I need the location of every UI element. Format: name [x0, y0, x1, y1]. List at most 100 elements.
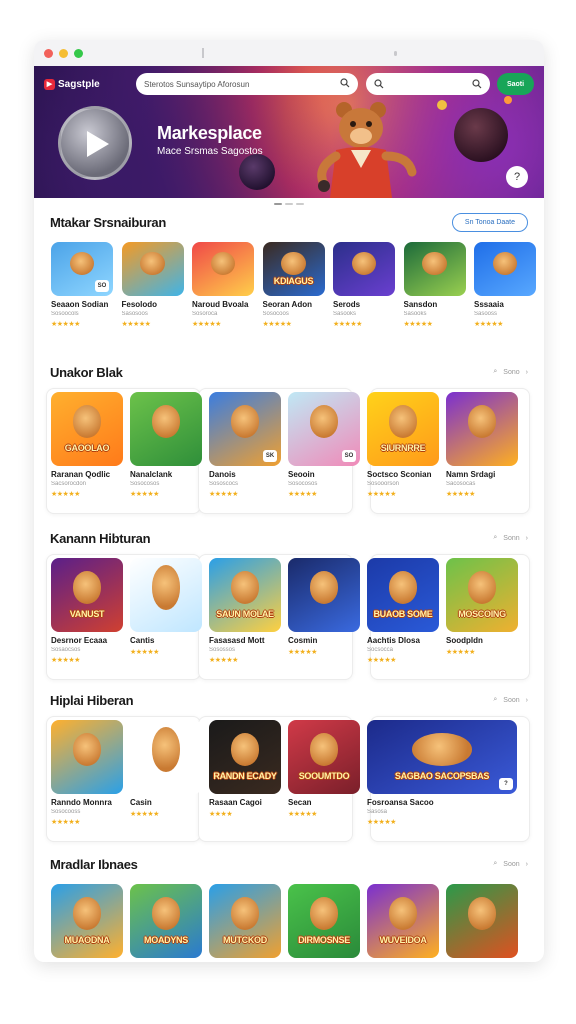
search-submit-icon[interactable] — [472, 79, 482, 89]
game-thumbnail[interactable]: SIURNRRE — [367, 392, 439, 466]
game-card[interactable]: KDIAGUS Seoran Adon Sosocoos ★★★★★ — [262, 242, 325, 328]
app-logo[interactable]: ▶ Sagstple — [44, 78, 136, 90]
pager-dot[interactable] — [296, 203, 304, 205]
game-thumbnail[interactable]: MUTCKOD — [209, 884, 281, 958]
game-card[interactable]: SOOUMTDO Secan ★★★★★ — [288, 720, 360, 818]
game-title[interactable]: Rasaan Cagoi — [209, 798, 281, 807]
game-card[interactable]: SO Seaaon Sodian Sosoocols ★★★★★ — [51, 242, 113, 328]
game-card[interactable]: Ranndo Monnra Sosocooss ★★★★★ — [51, 720, 123, 826]
primary-action-button[interactable]: Saoti — [497, 73, 534, 95]
game-thumbnail[interactable]: GAOOLAO — [51, 392, 123, 466]
game-thumbnail[interactable]: SO — [51, 242, 113, 296]
game-card[interactable]: VANUST Desrnor Ecaaa Sosaocsos ★★★★★ — [51, 558, 123, 664]
game-card[interactable]: Sansdon Sasooks ★★★★★ — [403, 242, 466, 328]
game-card[interactable]: Sssaaia Sasooss ★★★★★ — [474, 242, 536, 328]
game-card[interactable]: Biule — [446, 884, 518, 962]
maximize-window-icon[interactable] — [74, 48, 83, 58]
game-card[interactable]: Namn Srdagi Sacosocas ★★★★★ — [446, 392, 518, 498]
game-thumbnail[interactable]: SAGBAO SACOPSBAS? — [367, 720, 517, 794]
search-icon[interactable] — [340, 78, 350, 88]
see-all-link[interactable]: ⌕ Soon › — [493, 860, 528, 868]
game-thumbnail[interactable] — [51, 720, 123, 794]
game-title[interactable]: Naroud Bvoala — [192, 300, 254, 309]
game-title[interactable]: Sansdon — [404, 300, 466, 309]
game-title[interactable]: Sssaaia — [474, 300, 536, 309]
game-thumbnail[interactable]: MUAODNA — [51, 884, 123, 958]
minimize-window-icon[interactable] — [59, 48, 68, 58]
game-title[interactable]: Seaaon Sodian — [51, 300, 113, 309]
game-thumbnail[interactable]: SO — [288, 392, 360, 466]
game-thumbnail[interactable] — [130, 720, 202, 794]
game-thumbnail[interactable]: MOADYNS — [130, 884, 202, 958]
game-thumbnail[interactable]: SK — [209, 392, 281, 466]
game-carousel-row[interactable]: Ranndo Monnra Sosocooss ★★★★★ Casin ★★★★★ RAN… — [34, 716, 544, 850]
game-title[interactable]: Casin — [130, 798, 202, 807]
close-window-icon[interactable] — [44, 48, 53, 58]
game-card[interactable]: SAUN MOLAE Fasasasd Mott Sosossos ★★★★★ — [209, 558, 281, 664]
play-video-button[interactable] — [58, 106, 132, 180]
pager-dot-active[interactable] — [274, 203, 282, 205]
game-thumbnail[interactable]: VANUST — [51, 558, 123, 632]
game-title[interactable]: Seooin — [288, 470, 360, 479]
game-card[interactable]: DIRMOSNSECaanait — [288, 884, 360, 962]
see-all-link[interactable]: ⌕ Sono › — [493, 368, 528, 376]
game-thumbnail[interactable] — [130, 558, 202, 632]
game-thumbnail[interactable] — [333, 242, 395, 296]
game-thumbnail[interactable]: BUAOB SOME — [367, 558, 439, 632]
game-card[interactable]: SAGBAO SACOPSBAS? Fosroansa Sacoo Sasosa ★★… — [367, 720, 517, 826]
game-thumbnail[interactable] — [474, 242, 536, 296]
game-card[interactable]: MUTCKODRaaanih — [209, 884, 281, 962]
game-carousel-row[interactable]: SO Seaaon Sodian Sosoocols ★★★★★ Fesolodo Sas… — [34, 242, 544, 372]
game-thumbnail[interactable] — [446, 392, 518, 466]
game-thumbnail[interactable]: DIRMOSNSE — [288, 884, 360, 958]
game-card[interactable]: MOADYNSRainn Sarda — [130, 884, 202, 962]
game-thumbnail[interactable] — [403, 242, 466, 296]
game-title[interactable]: Secan — [288, 798, 360, 807]
hero-help-icon[interactable]: ? — [506, 166, 528, 188]
game-card[interactable]: Naroud Bvoala Sosoroca ★★★★★ — [192, 242, 254, 328]
game-card[interactable]: SK Danois Sososcocs ★★★★★ — [209, 392, 281, 498]
game-thumbnail[interactable] — [288, 558, 360, 632]
game-card[interactable]: SIURNRRE Soctsco Sconian Sosooorson ★★★★★ — [367, 392, 439, 498]
game-card[interactable]: Casin ★★★★★ — [130, 720, 202, 818]
game-thumbnail[interactable]: RANDN ECADY — [209, 720, 281, 794]
see-all-link[interactable]: ⌕ Soon › — [493, 696, 528, 704]
game-card[interactable]: Fesolodo Sasosoos ★★★★★ — [121, 242, 184, 328]
game-title[interactable]: Ranndo Monnra — [51, 798, 123, 807]
see-all-link[interactable]: ⌕ Sonn › — [493, 534, 528, 542]
game-carousel-row[interactable]: MUAODNASahnaf RiaklhMOADYNSRainn SardaMU… — [34, 884, 544, 962]
pager-dot[interactable] — [285, 203, 293, 205]
game-thumbnail[interactable]: KDIAGUS — [262, 242, 325, 296]
game-card[interactable]: Nanalclank Sosocosos ★★★★★ — [130, 392, 202, 498]
game-title[interactable]: Fesolodo — [122, 300, 184, 309]
game-thumbnail[interactable] — [446, 884, 518, 958]
game-title[interactable]: Namn Srdagi — [446, 470, 518, 479]
game-title[interactable]: Serods — [333, 300, 395, 309]
game-title[interactable]: Danois — [209, 470, 281, 479]
game-card[interactable]: SO Seooin Sosocosos ★★★★★ — [288, 392, 360, 498]
search-input[interactable]: Sterotos Sunsaytipo Aforosun — [136, 73, 358, 95]
game-carousel-row[interactable]: VANUST Desrnor Ecaaa Sosaocsos ★★★★★ Cantis ★… — [34, 554, 544, 688]
game-title[interactable]: Raranan Qodlic — [51, 470, 123, 479]
game-card[interactable]: Cantis ★★★★★ — [130, 558, 202, 656]
game-title[interactable]: Soodpldn — [446, 636, 518, 645]
game-title[interactable]: Nanalclank — [130, 470, 202, 479]
game-title[interactable]: Fasasasd Mott — [209, 636, 281, 645]
game-thumbnail[interactable]: WUVEIDOA — [367, 884, 439, 958]
game-thumbnail[interactable]: SAUN MOLAE — [209, 558, 281, 632]
game-card[interactable]: GAOOLAO Raranan Qodlic Sacsorocdon ★★★★★ — [51, 392, 123, 498]
hero-banner[interactable]: ▶ Sagstple Sterotos Sunsaytipo Aforosun … — [34, 66, 544, 198]
game-thumbnail[interactable] — [121, 242, 184, 296]
game-carousel-row[interactable]: GAOOLAO Raranan Qodlic Sacsorocdon ★★★★★ Nan… — [34, 388, 544, 522]
game-thumbnail[interactable]: MOSCOING — [446, 558, 518, 632]
game-title[interactable]: Cosmin — [288, 636, 360, 645]
game-thumbnail[interactable]: SOOUMTDO — [288, 720, 360, 794]
game-card[interactable]: MOSCOING Soodpldn ★★★★★ — [446, 558, 518, 656]
game-card[interactable]: WUVEIDOABanab — [367, 884, 439, 962]
game-title[interactable]: Aachtis Dlosa — [367, 636, 439, 645]
game-title[interactable]: Fosroansa Sacoo — [367, 798, 517, 807]
game-title[interactable]: Desrnor Ecaaa — [51, 636, 123, 645]
secondary-search-input[interactable] — [366, 73, 490, 95]
game-title[interactable]: Soctsco Sconian — [367, 470, 439, 479]
game-thumbnail[interactable] — [130, 392, 202, 466]
